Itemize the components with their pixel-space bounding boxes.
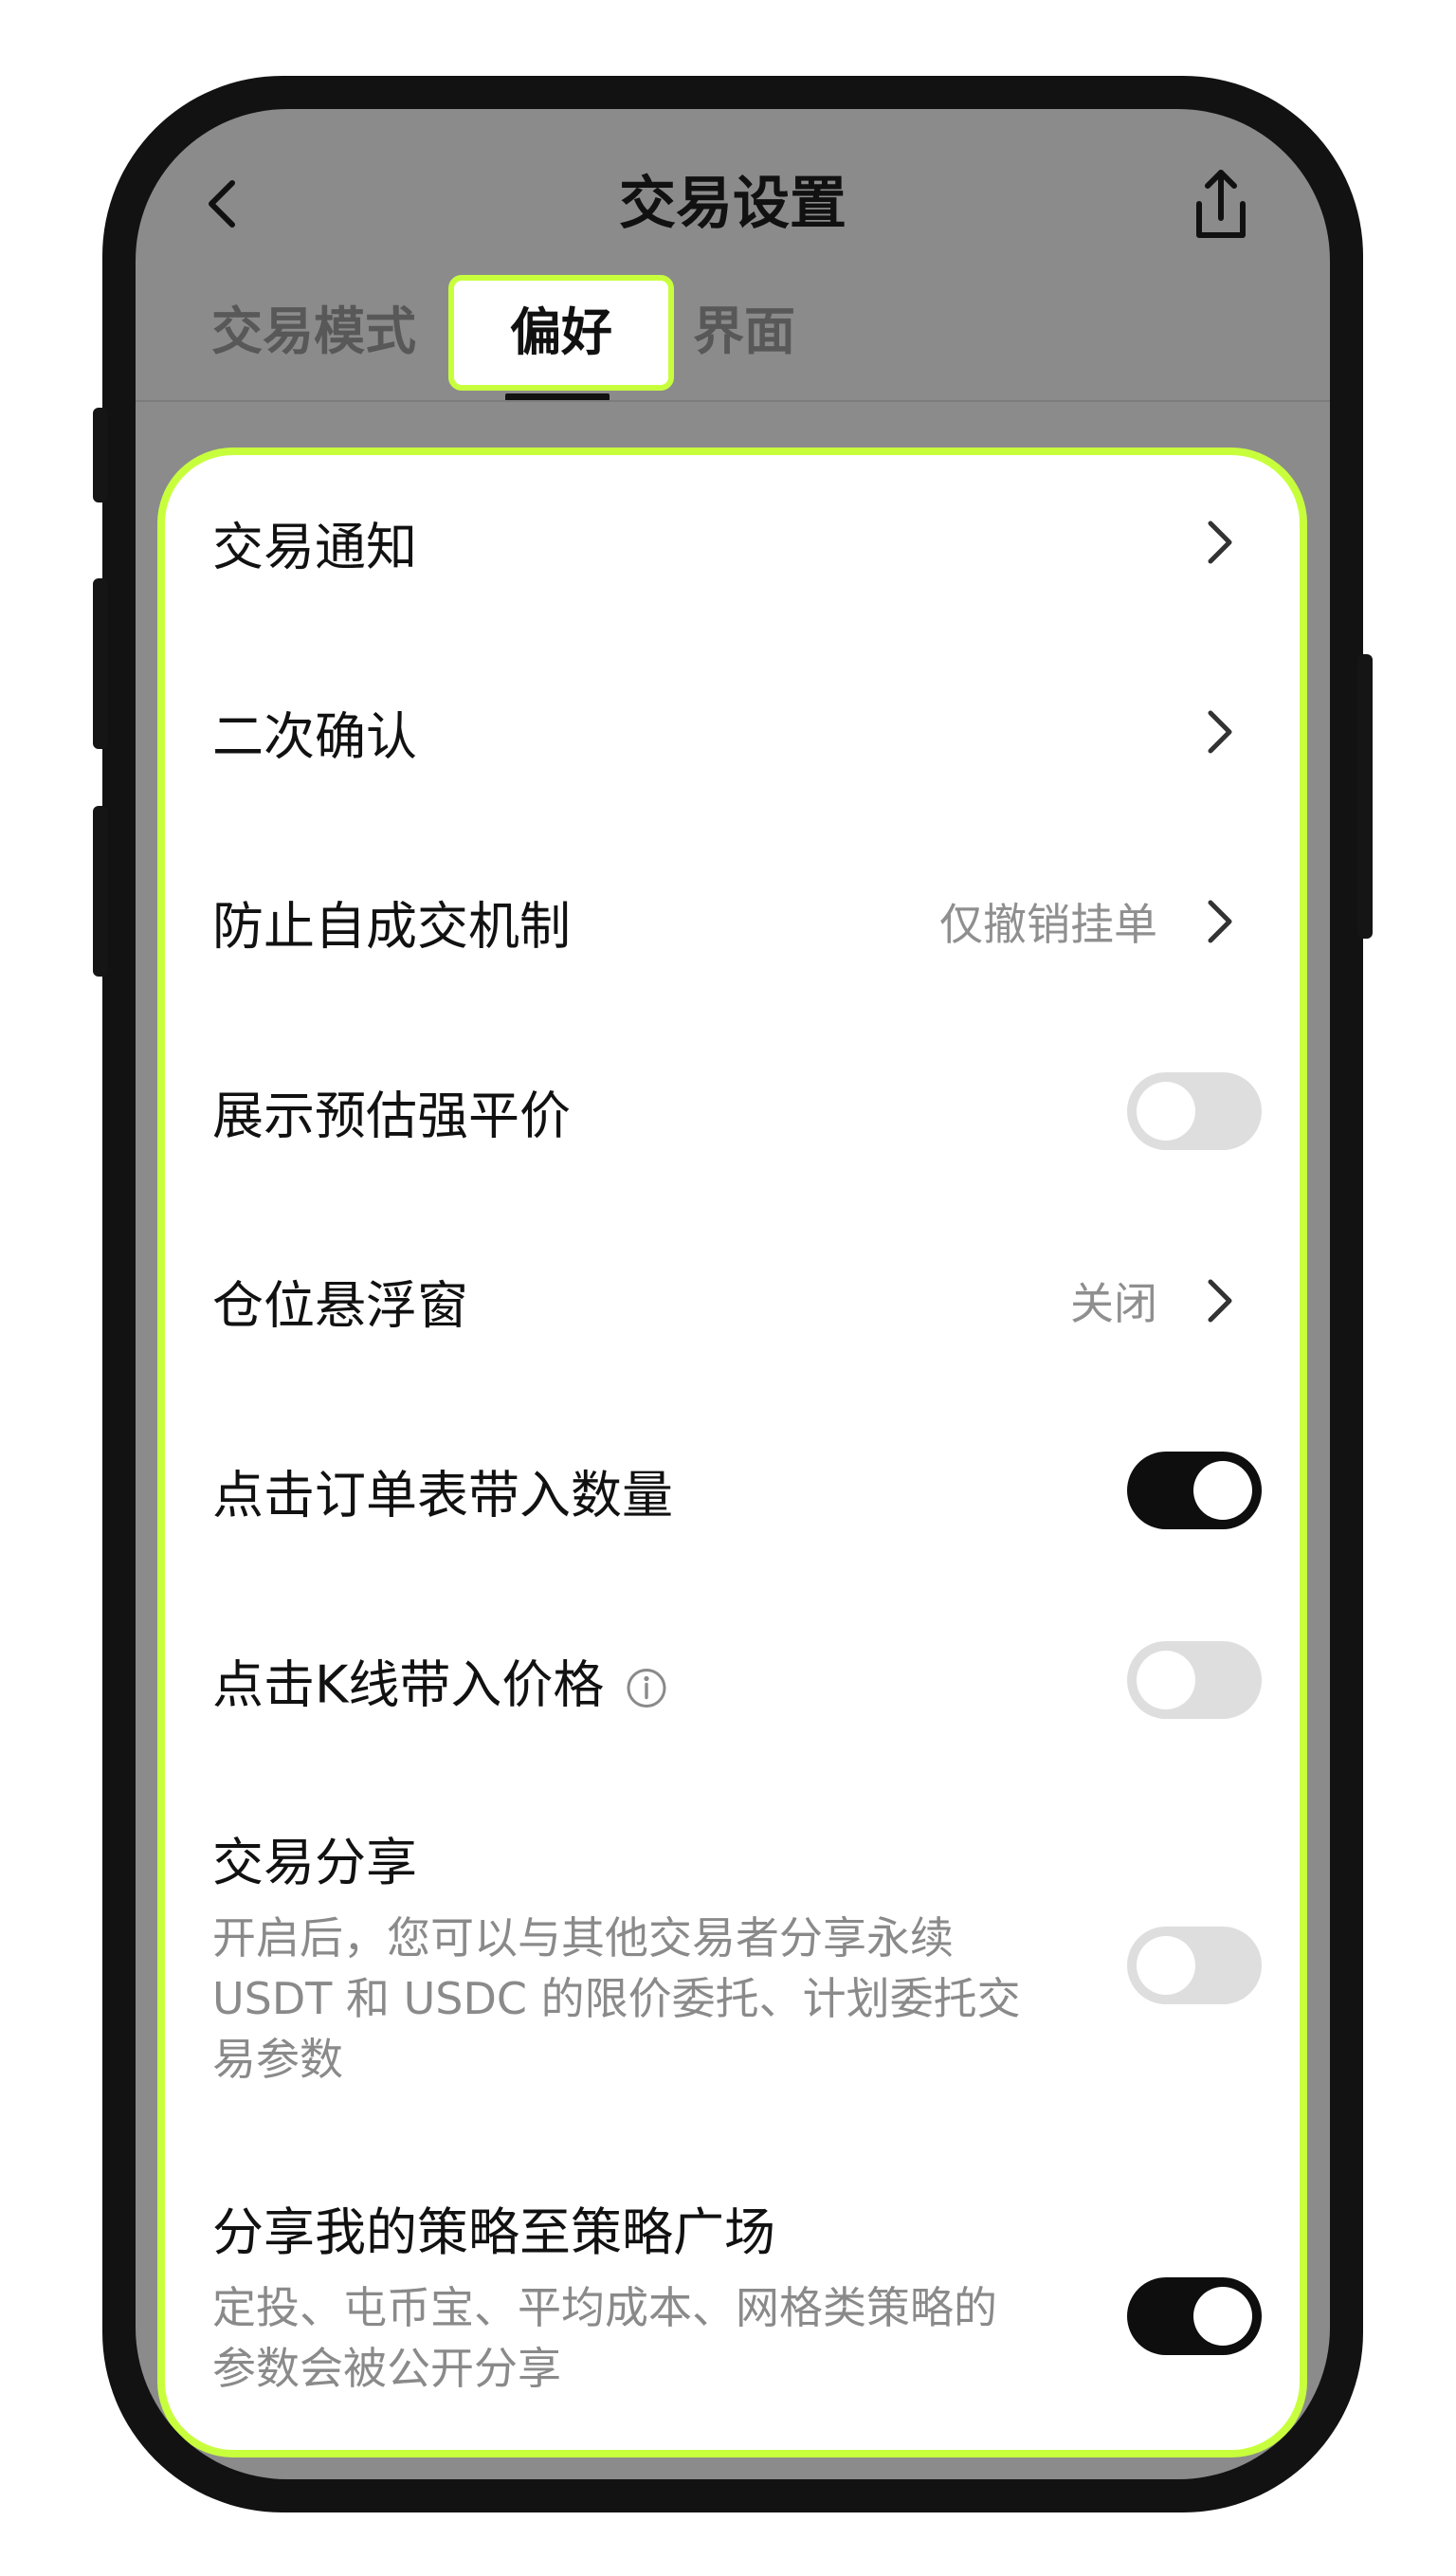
setting-label: 点击K线带入价格 (212, 1643, 668, 1718)
chevron-right-icon (1208, 710, 1232, 754)
setting-row-click-kline: 点击K线带入价格 (165, 1585, 1300, 1775)
click-kline-toggle[interactable] (1127, 1641, 1262, 1719)
strategy-share-toggle[interactable] (1127, 2277, 1262, 2355)
chevron-right-icon (1208, 900, 1232, 943)
click-orderbook-toggle[interactable] (1127, 1452, 1262, 1529)
mute-switch (93, 408, 108, 502)
setting-label-text: 点击K线带入价格 (212, 1654, 605, 1715)
app-screen: 交易设置 交易模式 偏好 界面 交易通知 二次确认 防止自成交机制 仅撤销挂单 (136, 109, 1330, 2479)
setting-row-self-trade-prevention[interactable]: 防止自成交机制 仅撤销挂单 (165, 827, 1300, 1016)
power-button (1357, 654, 1373, 939)
setting-row-trade-share: 交易分享 开启后，您可以与其他交易者分享永续 USDT 和 USDC 的限价委托… (165, 1775, 1300, 2116)
volume-up-button (93, 578, 108, 749)
setting-label: 仓位悬浮窗 (212, 1275, 468, 1336)
setting-row-est-liq-price: 展示预估强平价 (165, 1016, 1300, 1206)
setting-row-position-float[interactable]: 仓位悬浮窗 关闭 (165, 1206, 1300, 1396)
est-liq-price-toggle[interactable] (1127, 1072, 1262, 1150)
desc-line: USDT 和 USDC 的限价委托、计划委托交 (212, 1973, 1021, 2024)
trade-share-toggle[interactable] (1127, 1927, 1262, 2004)
setting-value: 仅撤销挂单 (939, 899, 1157, 950)
setting-label: 点击订单表带入数量 (212, 1465, 673, 1526)
setting-description: 定投、屯币宝、平均成本、网格类策略的 参数会被公开分享 (212, 2277, 1065, 2399)
setting-label: 二次确认 (212, 706, 417, 767)
info-icon[interactable] (625, 1667, 668, 1710)
setting-row-double-confirm[interactable]: 二次确认 (165, 637, 1300, 827)
setting-description: 开启后，您可以与其他交易者分享永续 USDT 和 USDC 的限价委托、计划委托… (212, 1908, 1065, 2090)
setting-row-strategy-share: 分享我的策略至策略广场 定投、屯币宝、平均成本、网格类策略的 参数会被公开分享 (165, 2116, 1300, 2450)
page-title: 交易设置 (619, 171, 846, 237)
share-button[interactable] (1178, 152, 1264, 256)
setting-row-trade-notify[interactable]: 交易通知 (165, 455, 1300, 637)
settings-card: 交易通知 二次确认 防止自成交机制 仅撤销挂单 展示预估强平价 仓位悬浮窗 关闭 (157, 448, 1307, 2457)
setting-label: 展示预估强平价 (212, 1086, 571, 1146)
volume-down-button (93, 806, 108, 977)
setting-row-click-orderbook: 点击订单表带入数量 (165, 1396, 1300, 1585)
desc-line: 参数会被公开分享 (212, 2343, 561, 2394)
tab-interface[interactable]: 界面 (693, 280, 795, 384)
desc-line: 易参数 (212, 2034, 343, 2085)
setting-value: 关闭 (1070, 1278, 1157, 1329)
share-icon (1196, 170, 1246, 238)
setting-label: 分享我的策略至策略广场 (212, 2202, 775, 2262)
setting-label: 防止自成交机制 (212, 896, 571, 957)
setting-label: 交易通知 (212, 517, 417, 577)
setting-label: 交易分享 (212, 1833, 417, 1892)
desc-line: 定投、屯币宝、平均成本、网格类策略的 (212, 2282, 997, 2333)
desc-line: 开启后，您可以与其他交易者分享永续 (212, 1912, 954, 1964)
tab-preferences[interactable]: 偏好 (448, 275, 674, 391)
chevron-right-icon (1208, 521, 1232, 564)
header-divider (136, 400, 1330, 402)
tab-trade-mode[interactable]: 交易模式 (211, 280, 416, 384)
chevron-right-icon (1208, 1279, 1232, 1323)
